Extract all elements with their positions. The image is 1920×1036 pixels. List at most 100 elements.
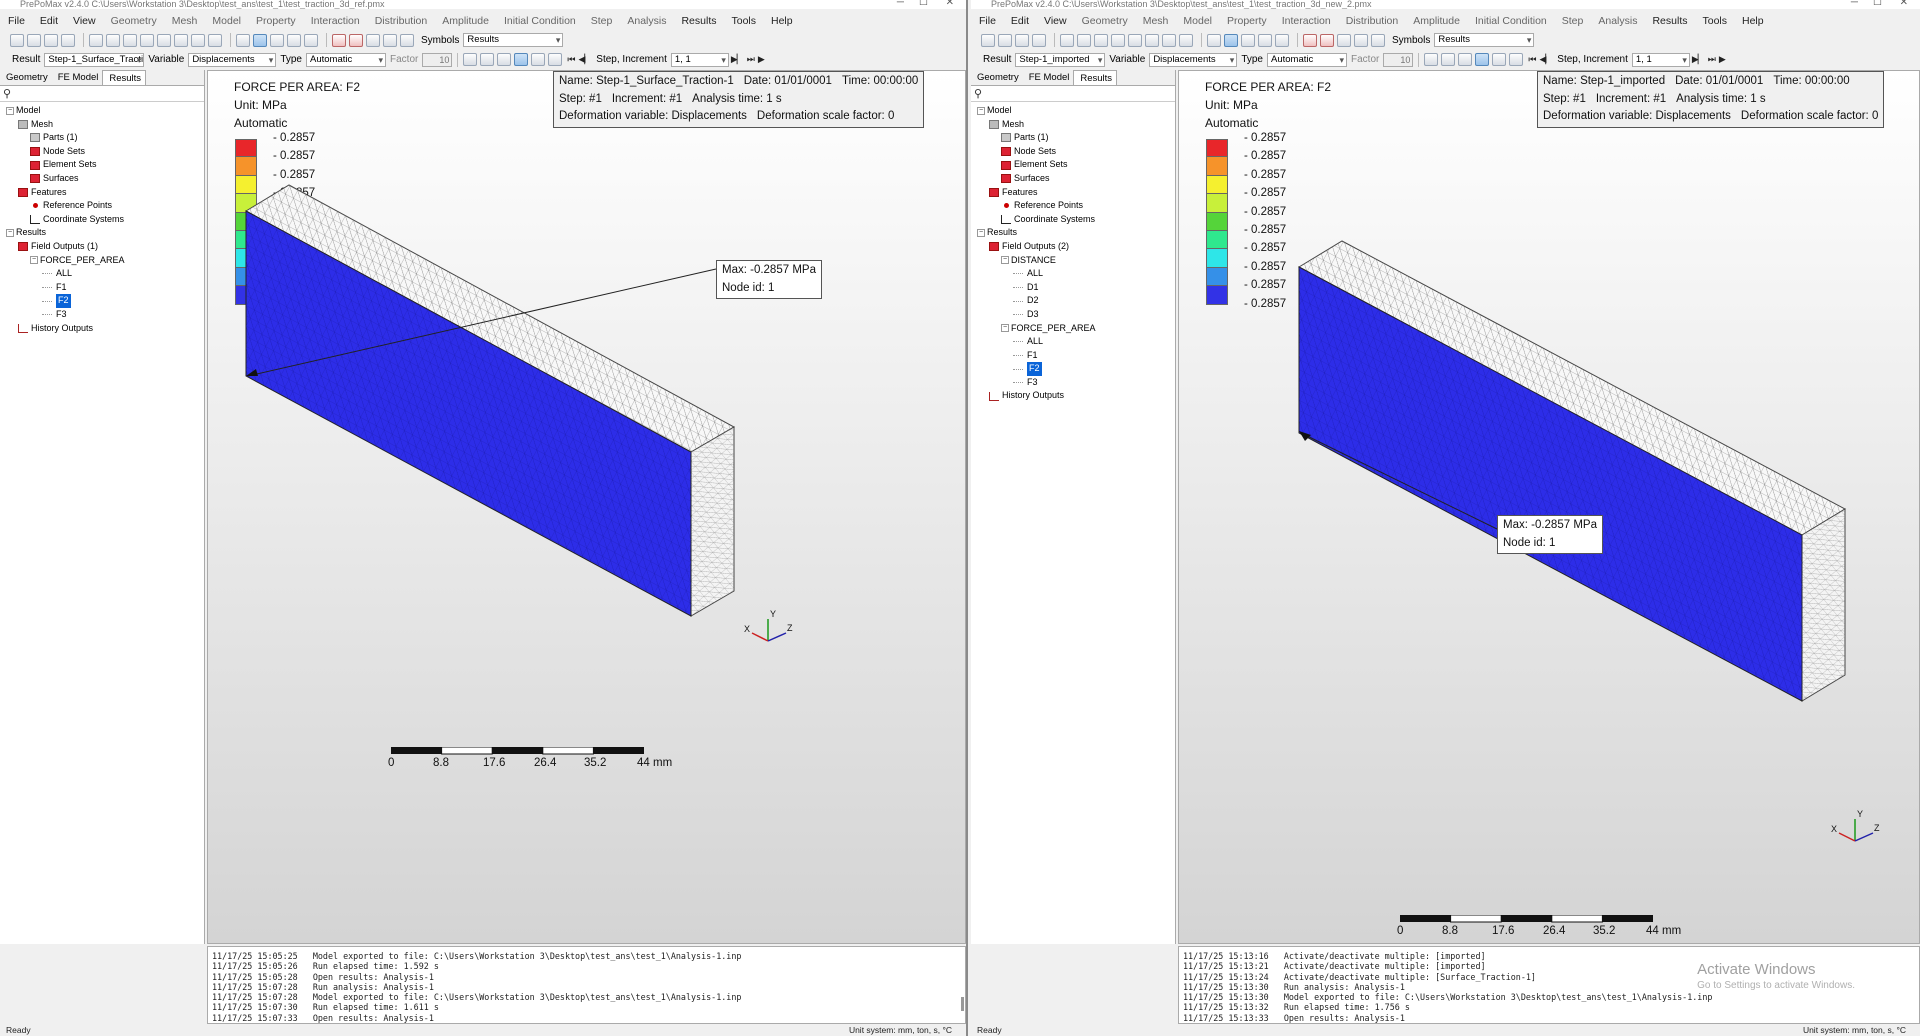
import-icon[interactable]	[1032, 33, 1046, 47]
minimize-icon[interactable]: ─	[897, 0, 904, 8]
view-iso-icon[interactable]	[1179, 33, 1193, 47]
hide-all-icon[interactable]	[400, 33, 414, 47]
tree-node[interactable]: F3	[0, 308, 204, 322]
shaded-edges-icon[interactable]	[1224, 33, 1238, 47]
section-view-icon[interactable]	[1258, 33, 1272, 47]
tree-node[interactable]: F3	[971, 376, 1175, 390]
menu-interaction[interactable]: Interaction	[311, 15, 360, 27]
remove-annotations-icon[interactable]	[1320, 33, 1334, 47]
type-dropdown[interactable]: Automatic	[1267, 52, 1347, 67]
close-icon[interactable]: ✕	[946, 0, 954, 8]
tree-node[interactable]: D2	[971, 294, 1175, 308]
tree-node[interactable]: History Outputs	[971, 389, 1175, 403]
view-front-icon[interactable]	[1077, 33, 1091, 47]
menu-analysis[interactable]: Analysis	[627, 15, 666, 27]
import-icon[interactable]	[61, 33, 75, 47]
graphics-viewport[interactable]: FORCE PER AREA: F2 Unit: MPa Automatic -…	[1178, 70, 1920, 944]
explode-view-icon[interactable]	[304, 33, 318, 47]
tree-node[interactable]: F1	[971, 349, 1175, 363]
menu-help[interactable]: Help	[771, 15, 793, 27]
open-file-icon[interactable]	[998, 33, 1012, 47]
tree-node[interactable]: Surfaces	[0, 172, 204, 186]
first-increment-icon[interactable]: ⏮	[567, 54, 575, 65]
tree-node[interactable]: Parts (1)	[971, 131, 1175, 145]
tree-node[interactable]: Features	[0, 186, 204, 200]
tree-node[interactable]: − FORCE_PER_AREA	[0, 254, 204, 268]
previous-increment-icon[interactable]: ◀▏	[578, 54, 591, 65]
tree-node[interactable]: Reference Points	[971, 199, 1175, 213]
menu-amplitude[interactable]: Amplitude	[442, 15, 489, 27]
tree-node[interactable]: Surfaces	[971, 172, 1175, 186]
tree-node[interactable]: Node Sets	[971, 145, 1175, 159]
menu-step[interactable]: Step	[1562, 15, 1584, 27]
view-right-icon[interactable]	[191, 33, 205, 47]
menu-mesh[interactable]: Mesh	[1143, 15, 1169, 27]
increment-dropdown[interactable]: 1, 1	[1631, 52, 1690, 67]
symbols-dropdown[interactable]: Results	[463, 33, 564, 47]
new-file-icon[interactable]	[10, 33, 24, 47]
view-iso-icon[interactable]	[208, 33, 222, 47]
section-view-icon[interactable]	[287, 33, 301, 47]
tree-node[interactable]: ALL	[971, 335, 1175, 349]
tree-node[interactable]: Field Outputs (1)	[0, 240, 204, 254]
menu-interaction[interactable]: Interaction	[1282, 15, 1331, 27]
color-contours-icon[interactable]	[514, 53, 529, 66]
first-increment-icon[interactable]: ⏮	[1528, 54, 1536, 65]
tree-search-input[interactable]: ⚲	[0, 86, 204, 102]
remove-annotations-icon[interactable]	[349, 33, 363, 47]
tree-node[interactable]: F1	[0, 281, 204, 295]
previous-increment-icon[interactable]: ◀▏	[1539, 54, 1552, 65]
tab-fe-model[interactable]: FE Model	[1023, 70, 1074, 85]
shaded-icon[interactable]	[236, 33, 250, 47]
menu-results[interactable]: Results	[1652, 15, 1687, 27]
increment-dropdown[interactable]: 1, 1	[670, 52, 729, 67]
color-contours-icon[interactable]	[1475, 53, 1490, 66]
color-contours-off-icon[interactable]	[1492, 53, 1507, 66]
variable-dropdown[interactable]: Displacements	[1149, 52, 1238, 67]
query-icon[interactable]	[332, 33, 346, 47]
menu-distribution[interactable]: Distribution	[1346, 15, 1399, 27]
menu-geometry[interactable]: Geometry	[1082, 15, 1128, 27]
tree-search-input[interactable]: ⚲	[971, 86, 1175, 102]
tree-node[interactable]: − Results	[0, 226, 204, 240]
explode-view-icon[interactable]	[1275, 33, 1289, 47]
menu-results[interactable]: Results	[681, 15, 716, 27]
close-icon[interactable]: ✕	[1900, 0, 1908, 8]
tab-fe-model[interactable]: FE Model	[52, 70, 103, 85]
tree-node[interactable]: F2	[0, 294, 204, 308]
menu-property[interactable]: Property	[1227, 15, 1267, 27]
wireframe-icon[interactable]	[270, 33, 284, 47]
menu-view[interactable]: View	[1044, 15, 1067, 27]
result-dropdown[interactable]: Step-1_Surface_Traction-1	[44, 52, 145, 67]
tree-node[interactable]: Field Outputs (2)	[971, 240, 1175, 254]
tab-geometry[interactable]: Geometry	[971, 70, 1023, 85]
query-icon[interactable]	[1303, 33, 1317, 47]
hide-icon[interactable]	[1354, 33, 1368, 47]
tab-geometry[interactable]: Geometry	[0, 70, 52, 85]
maximize-icon[interactable]: ☐	[1873, 0, 1882, 8]
tab-results[interactable]: Results	[102, 70, 147, 85]
tab-results[interactable]: Results	[1073, 70, 1118, 85]
tree-node[interactable]: − Model	[0, 104, 204, 118]
menu-edit[interactable]: Edit	[40, 15, 58, 27]
tree-node[interactable]: − Model	[971, 104, 1175, 118]
last-increment-icon[interactable]: ⏭	[747, 54, 755, 65]
view-front-icon[interactable]	[106, 33, 120, 47]
zoom-icon[interactable]	[1060, 33, 1074, 47]
tree-node[interactable]: D1	[971, 281, 1175, 295]
factor-input[interactable]: 10	[1383, 52, 1414, 67]
maximize-icon[interactable]: ☐	[919, 0, 928, 8]
animate-icon[interactable]: ▶	[1719, 54, 1726, 65]
shaded-edges-icon[interactable]	[253, 33, 267, 47]
menu-tools[interactable]: Tools	[731, 15, 756, 27]
view-top-icon[interactable]	[1111, 33, 1125, 47]
animate-icon[interactable]: ▶	[758, 54, 765, 65]
tree-node[interactable]: Mesh	[0, 118, 204, 132]
view-left-icon[interactable]	[1145, 33, 1159, 47]
menu-mesh[interactable]: Mesh	[172, 15, 198, 27]
transformation-icon[interactable]	[548, 53, 563, 66]
menu-initial-condition[interactable]: Initial Condition	[504, 15, 576, 27]
tree-node[interactable]: History Outputs	[0, 322, 204, 336]
menu-file[interactable]: File	[8, 15, 25, 27]
color-contours-off-icon[interactable]	[531, 53, 546, 66]
